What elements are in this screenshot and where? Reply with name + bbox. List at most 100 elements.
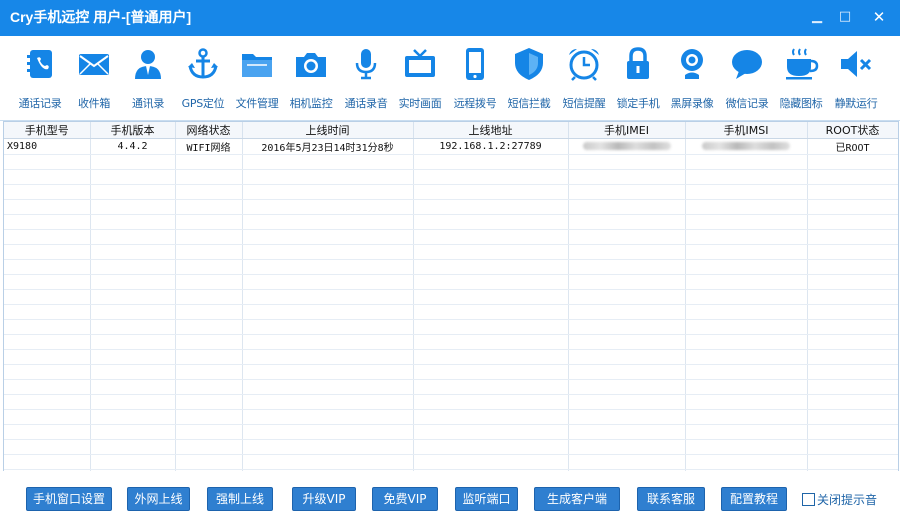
empty-cell	[568, 394, 686, 410]
empty-cell	[807, 439, 898, 455]
empty-cell	[568, 244, 686, 260]
upgrade-vip-button[interactable]: 升级VIP	[292, 487, 356, 511]
empty-table-row	[4, 214, 898, 230]
free-vip-button[interactable]: 免费VIP	[372, 487, 438, 511]
address-book-icon	[27, 50, 52, 78]
close-button[interactable]: ✕	[866, 5, 892, 29]
tool-black-screen-record[interactable]: 黑屏录像	[665, 42, 719, 118]
force-online-button[interactable]: 强制上线	[207, 487, 273, 511]
tool-gps[interactable]: GPS定位	[176, 42, 230, 118]
empty-cell	[90, 319, 176, 335]
tool-label: 静默运行	[834, 97, 878, 110]
empty-cell	[4, 304, 91, 320]
tool-hide-icon[interactable]: 隐藏图标	[774, 42, 828, 118]
empty-cell	[4, 379, 91, 395]
empty-cell	[90, 364, 176, 380]
empty-cell	[568, 424, 686, 440]
empty-cell	[242, 229, 414, 245]
tool-sms-alert[interactable]: 短信提醒	[557, 42, 611, 118]
microphone-icon	[355, 49, 377, 80]
empty-cell	[685, 184, 808, 200]
empty-cell	[90, 244, 176, 260]
column-header-online-time[interactable]: 上线时间	[242, 122, 414, 139]
column-header-imei[interactable]: 手机IMEI	[568, 122, 686, 139]
empty-cell	[90, 334, 176, 350]
empty-cell	[413, 304, 569, 320]
contact-support-button[interactable]: 联系客服	[637, 487, 705, 511]
tool-call-log[interactable]: 通话记录	[13, 42, 67, 118]
empty-cell	[807, 454, 898, 470]
empty-cell	[4, 259, 91, 275]
column-header-root[interactable]: ROOT状态	[807, 122, 898, 139]
empty-cell	[568, 379, 686, 395]
empty-cell	[4, 184, 91, 200]
config-tutorial-button[interactable]: 配置教程	[721, 487, 787, 511]
empty-cell	[175, 424, 243, 440]
tool-file-manager[interactable]: 文件管理	[230, 42, 284, 118]
minimize-button[interactable]: ▁	[804, 5, 830, 29]
camera-icon	[296, 53, 326, 77]
listen-port-button[interactable]: 监听端口	[455, 487, 518, 511]
phone-window-settings-button[interactable]: 手机窗口设置	[26, 487, 112, 511]
tool-remote-dial[interactable]: 远程拨号	[448, 42, 502, 118]
column-header-network[interactable]: 网络状态	[175, 122, 243, 139]
empty-cell	[807, 304, 898, 320]
empty-cell	[90, 454, 176, 470]
folder-icon	[242, 54, 272, 77]
empty-cell	[90, 349, 176, 365]
table-header-row: 手机型号 手机版本 网络状态 上线时间 上线地址 手机IMEI 手机IMSI R…	[4, 122, 898, 139]
empty-cell	[568, 229, 686, 245]
empty-cell	[242, 214, 414, 230]
column-header-model[interactable]: 手机型号	[4, 122, 91, 139]
empty-cell	[685, 289, 808, 305]
empty-cell	[413, 259, 569, 275]
empty-cell	[242, 319, 414, 335]
maximize-button[interactable]: □	[832, 5, 858, 29]
empty-cell	[90, 184, 176, 200]
tool-call-recording[interactable]: 通话录音	[339, 42, 393, 118]
empty-cell	[807, 229, 898, 245]
empty-table-row	[4, 289, 898, 305]
table-row[interactable]: X9180 4.4.2 WIFI网络 2016年5月23日14时31分8秒 19…	[4, 138, 898, 155]
empty-cell	[4, 424, 91, 440]
column-header-version[interactable]: 手机版本	[90, 122, 176, 139]
empty-cell	[242, 424, 414, 440]
empty-cell	[413, 334, 569, 350]
mute-alert-checkbox[interactable]: 关闭提示音	[802, 491, 877, 508]
tool-wechat-log[interactable]: 微信记录	[720, 42, 774, 118]
empty-cell	[242, 394, 414, 410]
empty-cell	[4, 169, 91, 185]
tool-lock-phone[interactable]: 锁定手机	[611, 42, 665, 118]
generate-client-button[interactable]: 生成客户端	[534, 487, 620, 511]
external-online-button[interactable]: 外网上线	[127, 487, 190, 511]
toolbar: 通话记录 收件箱 通讯录 GPS定位 文件管理 相机监控 通话录音 实时画面 远…	[0, 36, 900, 121]
column-header-imsi[interactable]: 手机IMSI	[685, 122, 808, 139]
alarm-clock-icon	[569, 49, 599, 81]
empty-cell	[807, 334, 898, 350]
tool-live-screen[interactable]: 实时画面	[393, 42, 447, 118]
tool-silent-run[interactable]: 静默运行	[829, 42, 883, 118]
checkbox-box[interactable]	[802, 493, 815, 506]
empty-cell	[568, 274, 686, 290]
empty-cell	[413, 214, 569, 230]
empty-cell	[807, 259, 898, 275]
empty-table-row	[4, 454, 898, 470]
empty-cell	[807, 319, 898, 335]
empty-cell	[90, 379, 176, 395]
column-header-address[interactable]: 上线地址	[413, 122, 569, 139]
tool-contacts[interactable]: 通讯录	[121, 42, 175, 118]
empty-cell	[413, 439, 569, 455]
tool-camera[interactable]: 相机监控	[284, 42, 338, 118]
empty-cell	[4, 454, 91, 470]
empty-cell	[175, 199, 243, 215]
empty-cell	[90, 199, 176, 215]
title-bar: Cry手机远控 用户-[普通用户] ▁ □ ✕	[0, 0, 900, 36]
empty-cell	[90, 409, 176, 425]
empty-cell	[685, 259, 808, 275]
empty-cell	[4, 289, 91, 305]
tool-inbox[interactable]: 收件箱	[67, 42, 121, 118]
empty-cell	[413, 364, 569, 380]
smartphone-icon	[466, 48, 484, 80]
empty-cell	[175, 244, 243, 260]
tool-sms-intercept[interactable]: 短信拦截	[502, 42, 556, 118]
